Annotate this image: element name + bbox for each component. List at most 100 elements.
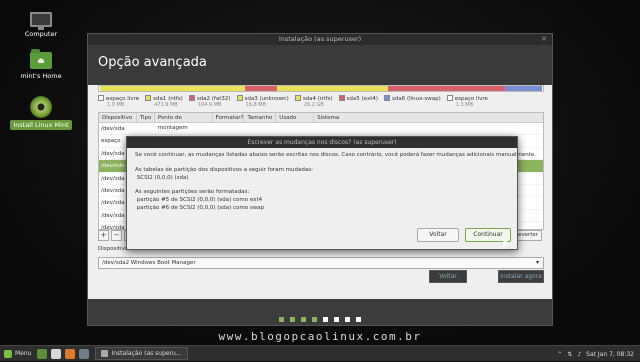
- boot-device-select[interactable]: /dev/sda2 Windows Boot Manager ▾: [98, 257, 544, 269]
- page-title: Opção avançada: [88, 45, 552, 85]
- install-now-button[interactable]: Instalar agora: [498, 270, 544, 283]
- column-header[interactable]: Dispositivo: [99, 113, 137, 122]
- column-header[interactable]: Tamanho: [244, 113, 277, 122]
- home-folder-icon: [30, 49, 52, 69]
- legend-size: 1.3 MB: [455, 102, 474, 108]
- dialog-title: Escrever as mudanças nos discos? (as sup…: [127, 137, 517, 148]
- show-desktop-icon[interactable]: [37, 348, 48, 359]
- progress-dot: [290, 317, 295, 322]
- partition-segment: [276, 86, 293, 91]
- dialog-line: SCSI2 (0,0,0) (sda): [135, 174, 189, 181]
- legend-size: 26.2 GB: [303, 102, 324, 108]
- firefox-icon[interactable]: [65, 348, 76, 359]
- legend-size: 1.0 MB: [107, 102, 125, 108]
- revert-button[interactable]: everter: [514, 230, 542, 241]
- remove-partition-button[interactable]: −: [111, 230, 122, 241]
- terminal-icon[interactable]: [51, 348, 62, 359]
- legend-item: sda5 (ext4): [338, 95, 378, 108]
- progress-dot: [345, 317, 350, 322]
- legend-item: sda6 (linux-swap): [384, 95, 441, 108]
- desktop-icon-install[interactable]: Install Linux Mint: [6, 96, 76, 130]
- legend-item: espaço livre 1.0 MB: [98, 95, 139, 108]
- taskbar-item-label: Instalação (as superu...: [111, 350, 182, 357]
- progress-dots: [88, 307, 552, 326]
- menu-label: Menu: [15, 350, 32, 357]
- legend-size: 104.9 MB: [197, 102, 222, 108]
- column-header[interactable]: Usado: [276, 113, 315, 122]
- progress-dot: [312, 317, 317, 322]
- dialog-line: partição #6 de SCSI2 (0,0,0) (sda) como …: [135, 204, 265, 211]
- volume-icon[interactable]: ♪: [577, 351, 581, 358]
- legend-swatch: [446, 95, 453, 101]
- boot-device-label: Dispositivo: [98, 246, 129, 252]
- legend-label: sda5 (ext4): [346, 96, 378, 102]
- mint-logo-icon: [4, 349, 12, 358]
- files-icon[interactable]: [79, 348, 90, 359]
- legend-item: espaço livre 1.3 MB: [446, 95, 488, 108]
- window-title: Instalação (as superuser): [278, 35, 362, 43]
- desktop-icon-label: Computer: [24, 30, 58, 38]
- desktop-icon-home[interactable]: mint's Home: [6, 49, 76, 81]
- computer-icon: [30, 12, 52, 30]
- bottom-panel: Menu Instalação (as superu... ⌃ ⇅ ♪ Sat …: [0, 345, 640, 361]
- column-header[interactable]: Tipo: [137, 113, 155, 122]
- dialog-line: As tabelas de partição dos dispositivos …: [135, 166, 313, 173]
- progress-dot: [301, 317, 306, 322]
- column-header[interactable]: Ponto de montagem: [155, 113, 213, 131]
- installer-icon: [101, 350, 109, 357]
- progress-dot: [279, 317, 284, 322]
- dialog-line: [135, 182, 509, 189]
- partition-segment: [387, 86, 506, 91]
- legend-swatch: [338, 95, 345, 101]
- watermark: www.blogopcaolinux.com.br: [218, 330, 422, 343]
- partition-segment: [541, 86, 543, 91]
- dialog-line: As seguintes partições serão formatadas:: [135, 189, 250, 196]
- tray-arrow-icon[interactable]: ⌃: [557, 351, 562, 358]
- taskbar-item-installer[interactable]: Instalação (as superu...: [95, 347, 188, 360]
- desktop-icon-label: Install Linux Mint: [10, 120, 72, 130]
- back-button[interactable]: Voltar: [429, 270, 467, 283]
- partition-segment: [505, 86, 542, 91]
- legend-swatch: [236, 95, 243, 101]
- legend-swatch: [188, 95, 195, 101]
- column-header[interactable]: Sistema: [314, 113, 543, 122]
- legend-size: 16.8 MB: [245, 102, 267, 108]
- desktop-icon-label: mint's Home: [20, 72, 62, 80]
- legend-size: 471.9 MB: [154, 102, 178, 108]
- dialog-message: Se você continuar, as mudanças listadas …: [127, 148, 537, 217]
- network-icon[interactable]: ⇅: [567, 351, 572, 358]
- window-titlebar[interactable]: Instalação (as superuser) ✕: [88, 34, 552, 45]
- dialog-line: partição #5 de SCSI2 (0,0,0) (sda) como …: [135, 197, 263, 204]
- boot-device-value: /dev/sda2 Windows Boot Manager: [102, 260, 196, 266]
- progress-dot: [334, 317, 339, 322]
- legend-item: sda1 (ntfs) 471.9 MB: [145, 95, 183, 108]
- legend-swatch: [384, 95, 390, 101]
- desktop-icon-computer[interactable]: Computer: [6, 12, 76, 39]
- partition-segment: [244, 86, 277, 91]
- install-disc-icon: [30, 96, 52, 118]
- menu-button[interactable]: Menu: [0, 346, 35, 362]
- legend-label: sda6 (linux-swap): [392, 96, 441, 102]
- legend-item: sda3 (unknown) 16.8 MB: [236, 95, 289, 108]
- close-icon[interactable]: ✕: [541, 34, 547, 45]
- dialog-line: [135, 160, 509, 167]
- dialog-line: Se você continuar, as mudanças listadas …: [135, 152, 537, 158]
- progress-dot: [323, 317, 328, 322]
- partition-segment: [100, 86, 245, 91]
- partition-legend: espaço livre 1.0 MB sda1 (ntfs) 471.9 MB sda…: [98, 95, 548, 108]
- clock[interactable]: Sat Jan 7, 08:32: [586, 351, 634, 358]
- column-header[interactable]: Formatar?: [213, 113, 245, 122]
- system-tray: ⌃ ⇅ ♪ Sat Jan 7, 08:32: [552, 346, 634, 362]
- legend-swatch: [98, 95, 104, 101]
- chevron-down-icon: ▾: [535, 259, 539, 266]
- legend-swatch: [145, 95, 152, 101]
- progress-dot: [356, 317, 361, 322]
- confirm-dialog: Escrever as mudanças nos discos? (as sup…: [126, 136, 537, 250]
- legend-item: sda2 (fat32) 104.9 MB: [188, 95, 231, 108]
- legend-swatch: [294, 95, 301, 101]
- add-partition-button[interactable]: +: [98, 230, 109, 241]
- table-header: Dispositivo Tipo Ponto de montagem Forma…: [99, 113, 543, 131]
- partition-bar: [98, 85, 544, 92]
- partition-segment: [292, 86, 388, 91]
- dialog-back-button[interactable]: Voltar: [417, 228, 459, 242]
